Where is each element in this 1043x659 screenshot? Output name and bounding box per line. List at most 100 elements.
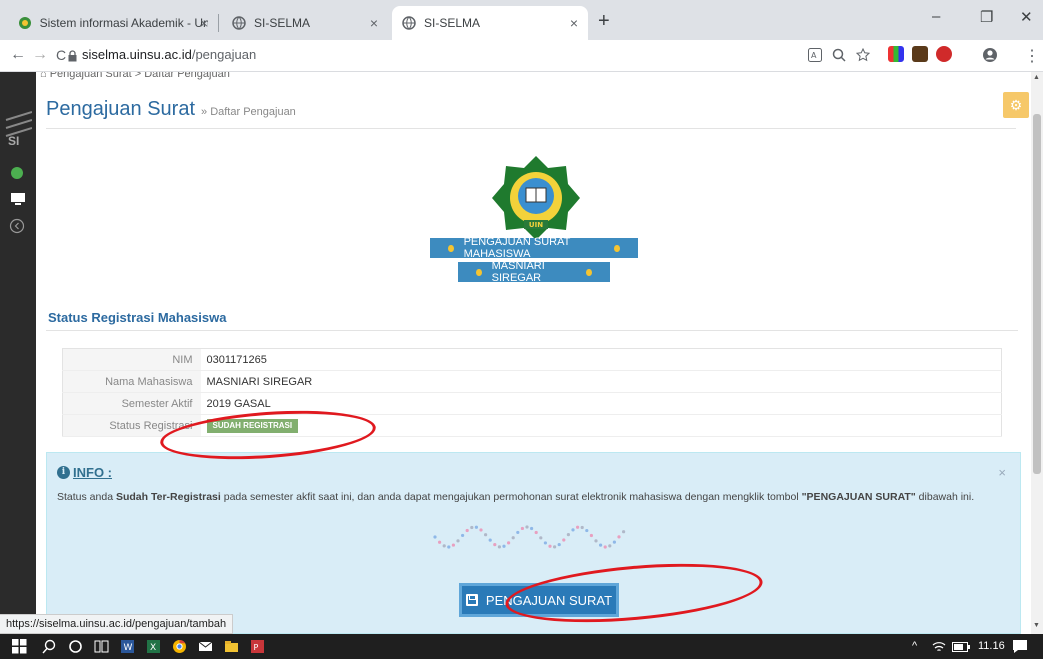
alert-text: pada semester akfit saat ini, dan anda d… xyxy=(220,491,802,503)
minimize-button[interactable]: – xyxy=(932,8,940,25)
loading-dot xyxy=(493,543,497,547)
task-view-icon[interactable] xyxy=(94,639,109,654)
submit-letter-request-button[interactable]: PENGAJUAN SURAT xyxy=(459,583,619,617)
loading-dot xyxy=(543,541,547,545)
collapse-sidebar-icon[interactable] xyxy=(9,218,25,234)
tab-siselma-active[interactable]: SI-SELMA × xyxy=(392,6,588,40)
page-subtitle: » Daftar Pengajuan xyxy=(201,106,296,118)
zoom-icon[interactable] xyxy=(832,48,846,62)
url-field[interactable]: siselma.uinsu.ac.id/pengajuan xyxy=(82,47,256,62)
address-bar: ← → C siselma.uinsu.ac.id/pengajuan A ⋮ xyxy=(0,40,1043,72)
home-icon[interactable]: ⌂ xyxy=(40,72,47,80)
reload-button[interactable]: C xyxy=(56,47,66,63)
back-button[interactable]: ← xyxy=(10,46,26,64)
mail-app-icon[interactable] xyxy=(198,639,213,654)
svg-text:P: P xyxy=(254,643,259,652)
nim-label: NIM xyxy=(62,348,201,371)
tab-title: SI-SELMA xyxy=(254,16,311,30)
forward-button[interactable]: → xyxy=(32,46,48,64)
alert-heading: i INFO : xyxy=(57,465,112,480)
page-content: ⌂ Pengajuan Surat > Daftar Pengajuan Pen… xyxy=(36,72,1031,634)
close-icon[interactable]: × xyxy=(370,15,378,31)
loading-dot xyxy=(585,528,589,533)
extension-icon[interactable] xyxy=(912,46,928,62)
globe-icon xyxy=(402,16,416,30)
ribbon-dot xyxy=(476,268,482,276)
loading-dot xyxy=(488,538,492,542)
scrollbar-thumb[interactable] xyxy=(1033,114,1041,474)
settings-gear-button[interactable]: ⚙ xyxy=(1003,92,1029,118)
loading-dot xyxy=(525,525,529,529)
excel-app-icon[interactable]: X xyxy=(146,639,161,654)
monitor-icon[interactable] xyxy=(10,192,26,206)
url-host: siselma.uinsu.ac.id xyxy=(82,47,192,62)
pdf-app-icon[interactable]: P xyxy=(250,639,265,654)
scroll-up-icon[interactable]: ▲ xyxy=(1033,74,1040,81)
loading-dot xyxy=(438,540,442,544)
search-icon[interactable] xyxy=(42,639,57,654)
close-icon[interactable]: × xyxy=(570,15,578,31)
info-alert: i INFO : × Status anda Sudah Ter-Registr… xyxy=(46,452,1021,634)
loading-dot xyxy=(530,526,534,531)
wifi-icon[interactable] xyxy=(932,640,946,654)
browser-menu-button[interactable]: ⋮ xyxy=(1024,46,1040,66)
close-icon[interactable]: × xyxy=(200,15,208,31)
loading-dot xyxy=(479,528,483,532)
loading-dot xyxy=(553,545,557,549)
loading-dot xyxy=(594,539,598,543)
loading-dot xyxy=(562,538,566,542)
loading-dot xyxy=(617,535,621,539)
file-explorer-icon[interactable] xyxy=(224,639,239,654)
scroll-down-icon[interactable]: ▼ xyxy=(1033,622,1040,629)
loading-dot xyxy=(451,543,455,547)
alert-close-button[interactable]: × xyxy=(998,465,1006,480)
cortana-icon[interactable] xyxy=(68,639,83,654)
loading-dot xyxy=(502,544,506,548)
student-name-label: Nama Mahasiswa xyxy=(62,370,201,393)
loading-dot xyxy=(470,525,474,530)
window-close-button[interactable]: ✕ xyxy=(1020,8,1033,26)
loading-dot xyxy=(442,544,446,548)
profile-icon[interactable] xyxy=(982,47,998,63)
section-title: Status Registrasi Mahasiswa xyxy=(48,310,227,325)
chrome-app-icon[interactable] xyxy=(172,639,187,654)
title-divider xyxy=(46,128,1016,129)
loading-dot xyxy=(557,542,561,547)
extension-icon[interactable] xyxy=(936,46,952,62)
globe-icon xyxy=(232,16,246,30)
translate-icon[interactable]: A xyxy=(808,48,822,62)
alert-text-bold: "PENGAJUAN SURAT" xyxy=(801,491,916,503)
logo-text: UIN xyxy=(529,221,543,229)
battery-icon[interactable] xyxy=(952,641,970,653)
tray-chevron-icon[interactable]: ^ xyxy=(912,640,917,652)
star-bookmark-icon[interactable] xyxy=(856,48,870,62)
new-tab-button[interactable]: + xyxy=(598,10,610,33)
loading-dot xyxy=(507,541,511,545)
status-badge: SUDAH REGISTRASI xyxy=(206,418,299,433)
loading-dot xyxy=(608,544,612,548)
breadcrumb: ⌂ Pengajuan Surat > Daftar Pengajuan xyxy=(40,72,230,80)
browser-tab-bar: Sistem informasi Akademik - Uni × SI-SEL… xyxy=(0,0,1043,40)
sidebar-logo-text: SI xyxy=(8,134,20,148)
breadcrumb-text[interactable]: Pengajuan Surat > Daftar Pengajuan xyxy=(50,72,230,80)
active-semester-value: 2019 GASAL xyxy=(200,392,1002,415)
ribbon-name-text: MASNIARI SIREGAR xyxy=(491,260,545,284)
dashboard-icon[interactable] xyxy=(10,166,24,180)
windows-start-icon[interactable] xyxy=(12,639,27,654)
extension-icon[interactable] xyxy=(888,46,904,62)
loading-dot xyxy=(461,533,465,538)
loading-dot xyxy=(465,528,469,533)
alert-text-bold: Sudah Ter-Registrasi xyxy=(115,491,221,503)
notification-icon[interactable] xyxy=(1012,639,1028,654)
registration-status-cell: SUDAH REGISTRASI xyxy=(200,414,1002,437)
page-scrollbar[interactable]: ▲ ▼ xyxy=(1031,72,1043,634)
word-app-icon[interactable]: W xyxy=(120,639,135,654)
clock[interactable]: 11.16 xyxy=(978,640,1005,652)
loading-dot xyxy=(589,533,593,538)
tab-siakad[interactable]: Sistem informasi Akademik - Uni × xyxy=(8,6,218,40)
nim-value: 0301171265 xyxy=(200,348,1002,371)
loading-dot xyxy=(576,525,580,529)
page-title: Pengajuan Surat » Daftar Pengajuan xyxy=(46,98,296,121)
restore-button[interactable]: ❐ xyxy=(980,8,993,26)
tab-siselma[interactable]: SI-SELMA × xyxy=(222,6,388,40)
